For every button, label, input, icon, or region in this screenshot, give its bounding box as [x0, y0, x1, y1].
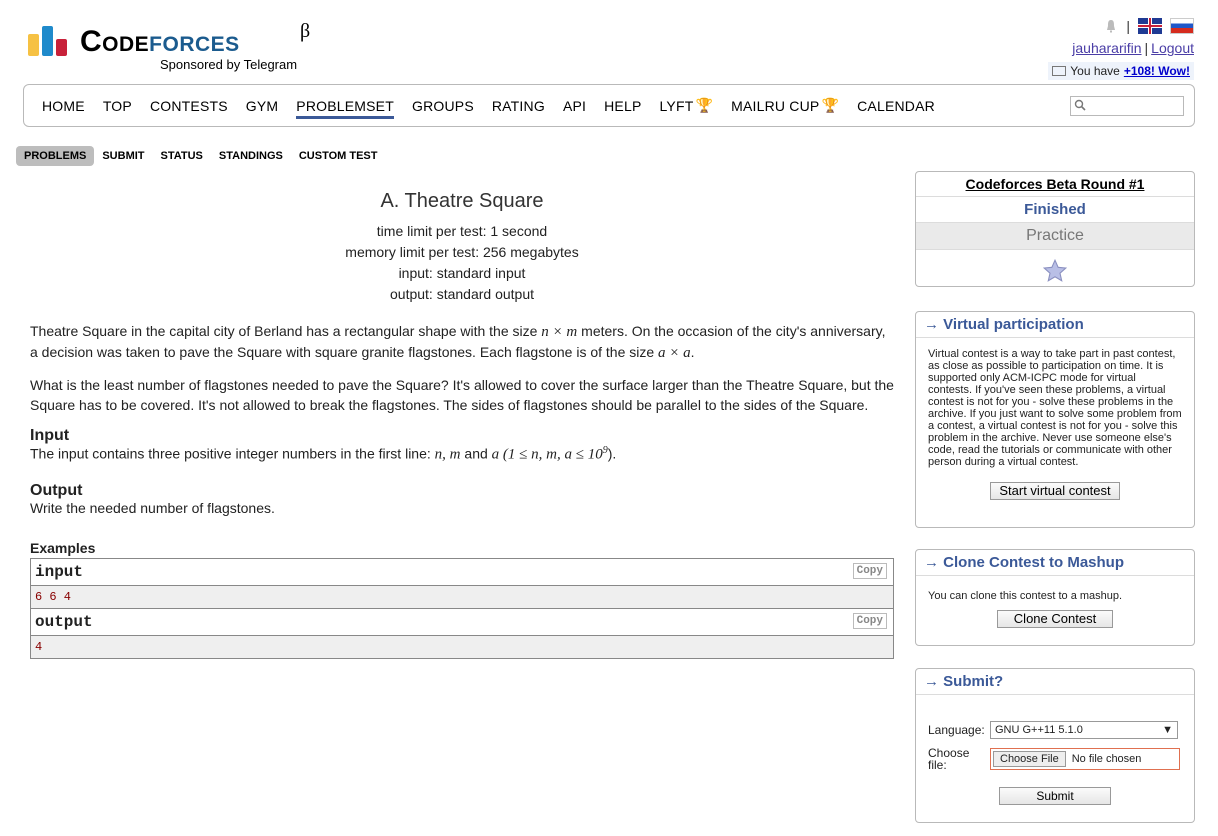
file-input[interactable]: Choose File No file chosen — [990, 748, 1180, 770]
example-output-header: output Copy — [31, 607, 893, 636]
clone-body: You can clone this contest to a mashup. … — [916, 576, 1194, 638]
virtual-participation-box: → Virtual participation Virtual contest … — [915, 311, 1195, 528]
legend: Theatre Square in the capital city of Be… — [30, 321, 894, 415]
clone-contest-box: → Clone Contest to Mashup You can clone … — [915, 549, 1195, 646]
problem-title: A. Theatre Square — [380, 190, 544, 212]
problem-tabs: Problems Submit Status Standings Custom … — [16, 146, 386, 166]
menu-item-top[interactable]: Top — [103, 98, 132, 114]
tab-custom-test[interactable]: Custom test — [291, 146, 386, 166]
notice-prefix: You have — [1070, 64, 1120, 78]
user-line: jauhararifin | Logout — [1048, 40, 1194, 56]
search-icon — [1074, 99, 1086, 111]
example-input-value: 6 6 4 — [31, 585, 893, 608]
menu-item-contests[interactable]: Contests — [150, 98, 228, 114]
menu-item-rating[interactable]: Rating — [492, 98, 545, 114]
example-output-label: output — [35, 612, 93, 631]
round-title: Codeforces Beta Round #1 — [916, 172, 1194, 197]
tab-standings[interactable]: Standings — [211, 146, 291, 166]
favorite-star-row — [916, 250, 1194, 286]
vp-title: → Virtual participation — [916, 312, 1194, 338]
menu-item-gym[interactable]: Gym — [246, 98, 279, 114]
menu-item-help[interactable]: Help — [604, 98, 641, 114]
vp-body: Virtual contest is a way to take part in… — [916, 338, 1194, 510]
output-section-body: Write the needed number of flagstones. — [30, 499, 275, 516]
mail-icon — [1052, 66, 1067, 76]
round-info-box: Codeforces Beta Round #1 Finished Practi… — [915, 171, 1195, 287]
trophy-icon: 🏆 — [821, 97, 840, 113]
example-box: input Copy 6 6 4 output Copy 4 — [30, 557, 894, 659]
language-select[interactable]: GNU G++11 5.1.0 ▼ — [990, 721, 1178, 739]
username-link[interactable]: jauhararifin — [1072, 40, 1141, 56]
input-spec: input: standard input — [398, 265, 526, 281]
menu-item-calendar[interactable]: Calendar — [857, 98, 935, 114]
output-section-title: Output — [30, 481, 83, 499]
statement-paragraph-2: What is the least number of flagstones n… — [30, 377, 894, 413]
choose-file-button[interactable]: Choose File — [993, 751, 1066, 767]
memory-limit: memory limit per test: 256 megabytes — [345, 244, 579, 260]
codeforces-logo[interactable]: Codeforces β Sponsored by Telegram — [28, 20, 328, 74]
file-status: No file chosen — [1071, 753, 1142, 765]
header-user-area: | jauhararifin | Logout You have +108! Wow… — [1048, 16, 1194, 80]
notification-badge: You have +108! Wow! — [1048, 62, 1194, 80]
menu-item-lyft-label: Lyft — [659, 97, 694, 114]
problem-statement: A. Theatre Square time limit per test: 1… — [30, 190, 894, 659]
search-input[interactable] — [1070, 96, 1184, 116]
menu-item-mailru-label: MailRu Cup — [731, 97, 820, 114]
separator: | — [1144, 40, 1149, 56]
menu-item-lyft[interactable]: Lyft 🏆 — [659, 97, 713, 114]
separator: | — [1126, 18, 1130, 34]
copy-output-button[interactable]: Copy — [852, 612, 887, 629]
problem-limits: time limit per test: 1 second memory lim… — [30, 221, 894, 305]
menu-item-groups[interactable]: Groups — [412, 98, 474, 114]
submit-title: → Submit? — [916, 669, 1194, 695]
sponsored-text: Sponsored by Telegram — [160, 57, 298, 72]
input-section-title: Input — [30, 427, 70, 444]
menu-item-problemset[interactable]: Problemset — [296, 98, 394, 119]
flag-ru-icon[interactable] — [1170, 18, 1194, 34]
notice-link[interactable]: +108! Wow! — [1124, 64, 1190, 78]
menu-item-home[interactable]: Home — [42, 98, 85, 114]
input-section-body: The input contains three positive intege… — [30, 445, 617, 463]
main-menu: Home Top Contests Gym Problemset Groups … — [23, 84, 1195, 127]
menu-item-mailru-cup[interactable]: MailRu Cup 🏆 — [731, 97, 839, 114]
clone-title: → Clone Contest to Mashup — [916, 550, 1194, 576]
submit-box: → Submit? Language: GNU G++11 5.1.0 ▼ Ch… — [915, 668, 1195, 823]
time-limit: time limit per test: 1 second — [376, 223, 548, 239]
bell-icon[interactable] — [1104, 19, 1118, 33]
round-status: Finished — [916, 197, 1194, 223]
submit-button[interactable]: Submit — [999, 787, 1111, 805]
clone-text: You can clone this contest to a mashup. — [928, 590, 1123, 602]
vp-text: Virtual contest is a way to take part in… — [928, 348, 1182, 468]
language-value: GNU G++11 5.1.0 — [995, 724, 1083, 736]
menu-item-api[interactable]: API — [563, 98, 586, 114]
language-row: Language: GNU G++11 5.1.0 ▼ — [928, 721, 1182, 739]
logo-bars-icon — [28, 26, 72, 56]
logout-link[interactable]: Logout — [1151, 40, 1194, 56]
copy-input-button[interactable]: Copy — [852, 562, 887, 579]
language-label: Language: — [928, 723, 985, 737]
round-mode: Practice — [916, 223, 1194, 250]
star-icon[interactable] — [1042, 258, 1068, 284]
example-input-header: input Copy — [31, 558, 893, 586]
round-title-link[interactable]: Codeforces Beta Round #1 — [966, 176, 1145, 192]
tab-problems[interactable]: Problems — [16, 146, 95, 166]
logo-wordmark: Codeforces — [80, 25, 240, 58]
header-icons: | — [1048, 16, 1194, 36]
file-row: Choose file: Choose File No file chosen — [928, 747, 1182, 771]
file-label: Choose file: — [928, 746, 970, 772]
trophy-icon: 🏆 — [695, 97, 714, 113]
logo-beta: β — [300, 20, 311, 42]
statement-paragraph-1: Theatre Square in the capital city of Be… — [30, 323, 886, 361]
examples-title: Examples — [30, 539, 96, 556]
example-output-value: 4 — [31, 635, 893, 658]
tab-status[interactable]: Status — [153, 146, 211, 166]
clone-contest-button[interactable]: Clone Contest — [996, 610, 1114, 628]
chevron-down-icon: ▼ — [1162, 724, 1173, 736]
tab-submit[interactable]: Submit — [94, 146, 152, 166]
output-spec: output: standard output — [390, 286, 534, 302]
example-input-label: input — [35, 562, 84, 581]
start-virtual-contest-button[interactable]: Start virtual contest — [990, 482, 1120, 500]
submit-form: Language: GNU G++11 5.1.0 ▼ Choose file:… — [916, 695, 1194, 815]
flag-uk-icon[interactable] — [1138, 18, 1162, 34]
